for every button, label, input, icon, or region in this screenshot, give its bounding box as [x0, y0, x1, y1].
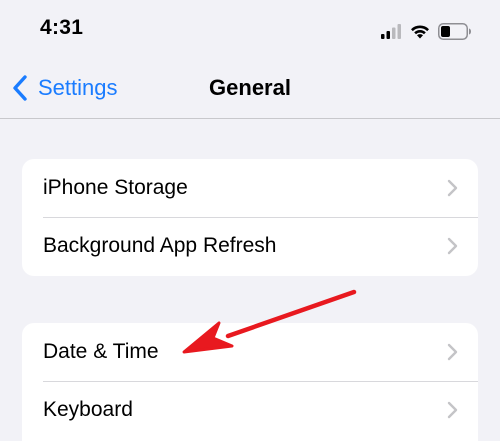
wifi-icon	[411, 25, 429, 39]
navigation-bar: Settings General	[0, 58, 500, 119]
chevron-right-icon	[447, 179, 458, 197]
chevron-right-icon	[447, 237, 458, 255]
status-bar: 4:31	[0, 0, 500, 58]
settings-group-storage: iPhone Storage Background App Refresh	[22, 159, 478, 276]
list-item-label: Keyboard	[43, 398, 133, 421]
list-item-keyboard[interactable]: Keyboard	[22, 381, 478, 439]
list-item-label: Background App Refresh	[43, 234, 277, 257]
list-item-label: Date & Time	[43, 340, 159, 363]
list-item-iphone-storage[interactable]: iPhone Storage	[22, 159, 478, 217]
list-item-background-app-refresh[interactable]: Background App Refresh	[22, 217, 478, 275]
chevron-right-icon	[447, 401, 458, 419]
list-item-date-time[interactable]: Date & Time	[22, 323, 478, 381]
list-item-label: iPhone Storage	[43, 176, 188, 199]
status-icons	[381, 20, 472, 42]
status-time: 4:31	[40, 16, 84, 39]
cellular-signal-icon	[381, 24, 401, 39]
battery-icon	[438, 22, 471, 40]
chevron-right-icon	[447, 343, 458, 361]
settings-general-screen: 4:31 Settings General iPhone Storage Bac…	[0, 0, 500, 441]
settings-group-date-keyboard: Date & Time Keyboard	[22, 323, 478, 441]
page-title: General	[209, 75, 291, 100]
